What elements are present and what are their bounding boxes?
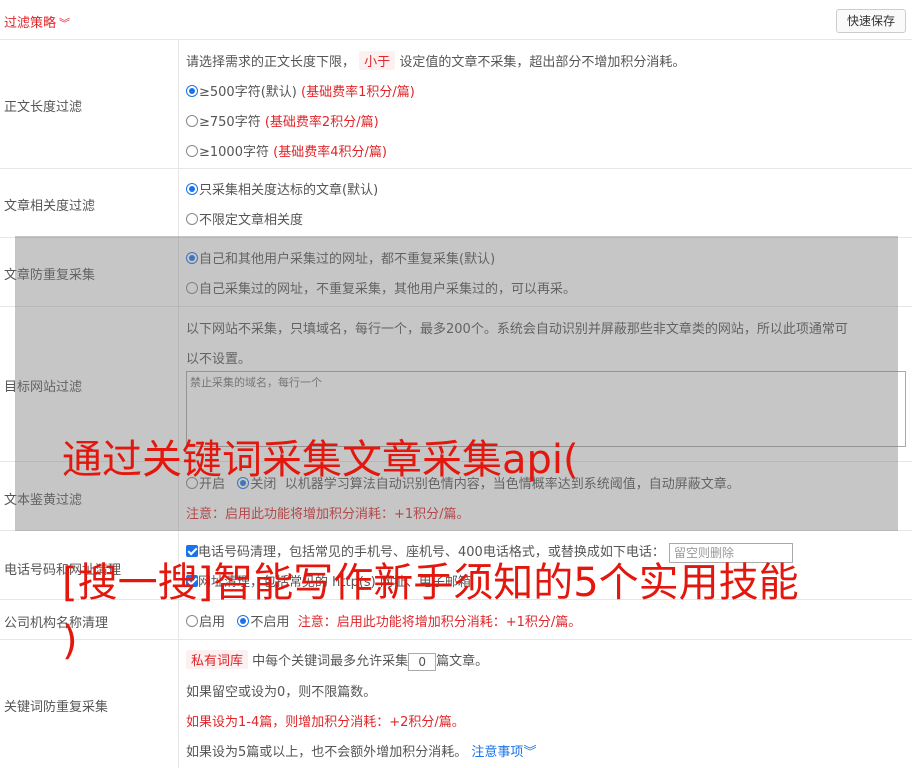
radio-button[interactable] [186, 145, 198, 157]
max-articles-input[interactable]: 0 [408, 652, 437, 671]
overlay-headline-line-3: ) [62, 618, 78, 664]
section-title[interactable]: 过滤策略 ︾ [4, 12, 70, 31]
radio-button[interactable] [186, 85, 198, 97]
length-filter-desc: 请选择需求的正文长度下限， 小于 设定值的文章不采集，超出部分不增加积分消耗。 [186, 51, 685, 70]
quick-save-button[interactable]: 快速保存 [836, 9, 906, 33]
length-option-750[interactable]: ≥750字符 (基础费率2积分/篇) [186, 111, 379, 130]
keyword-dedup-line-2: 如果留空或设为0，则不限篇数。 [186, 685, 377, 700]
radio-button[interactable] [186, 183, 198, 195]
org-clean-options: 启用 不启用 注意：启用此功能将增加积分消耗：+1积分/篇。 [186, 611, 581, 630]
relevance-option-strict[interactable]: 只采集相关度达标的文章(默认) [186, 179, 378, 198]
overlay-headline-line-2: [搜一搜]智能写作新手须知的5个实用技能 [62, 560, 799, 606]
checkbox[interactable] [186, 545, 198, 557]
radio-button[interactable] [186, 213, 198, 225]
org-clean-label: 公司机构名称清理 [4, 616, 109, 631]
keyword-dedup-line-3: 如果设为1-4篇，则增加积分消耗：+2积分/篇。 [186, 715, 465, 730]
relevance-option-any[interactable]: 不限定文章相关度 [186, 209, 303, 228]
org-on-label[interactable]: 启用 [199, 615, 225, 630]
relevance-label: 文章相关度过滤 [4, 199, 96, 214]
org-clean-row: 公司机构名称清理 启用 不启用 注意：启用此功能将增加积分消耗：+1积分/篇。 [0, 600, 912, 640]
radio-button[interactable] [186, 115, 198, 127]
radio-button[interactable] [186, 615, 198, 627]
keyword-dedup-label: 关键词防重复采集 [4, 700, 109, 715]
radio-button[interactable] [237, 615, 250, 627]
private-lexicon-tag[interactable]: 私有词库 [186, 650, 249, 669]
keyword-dedup-line-4: 如果设为5篇或以上，也不会额外增加积分消耗。 注意事项︾ [186, 745, 537, 760]
org-off-label[interactable]: 不启用 [250, 615, 289, 630]
notes-link[interactable]: 注意事项︾ [471, 745, 536, 760]
length-filter-row: 正文长度过滤 请选择需求的正文长度下限， 小于 设定值的文章不采集，超出部分不增… [0, 40, 912, 169]
length-option-1000[interactable]: ≥1000字符 (基础费率4积分/篇) [186, 141, 387, 160]
keyword-dedup-line-1: 私有词库 中每个关键词最多允许采集 0 篇文章。 [186, 650, 488, 671]
keyword-dedup-row: 关键词防重复采集 私有词库 中每个关键词最多允许采集 0 篇文章。 如果留空或设为0… [0, 640, 912, 768]
overlay-headline-line-1: 通过关键词采集文章采集api( [62, 437, 579, 483]
relevance-row: 文章相关度过滤 只采集相关度达标的文章(默认) 不限定文章相关度 [0, 169, 912, 238]
chevron-down-icon[interactable]: ︾ [59, 17, 70, 30]
less-than-tag: 小于 [359, 51, 396, 70]
chevron-down-icon: ︾ [523, 745, 537, 760]
filter-strategy-header: 过滤策略 ︾ 快速保存 [0, 0, 912, 40]
length-filter-label: 正文长度过滤 [4, 100, 83, 115]
length-option-500[interactable]: ≥500字符(默认) (基础费率1积分/篇) [186, 81, 415, 100]
gray-overlay [15, 236, 898, 531]
